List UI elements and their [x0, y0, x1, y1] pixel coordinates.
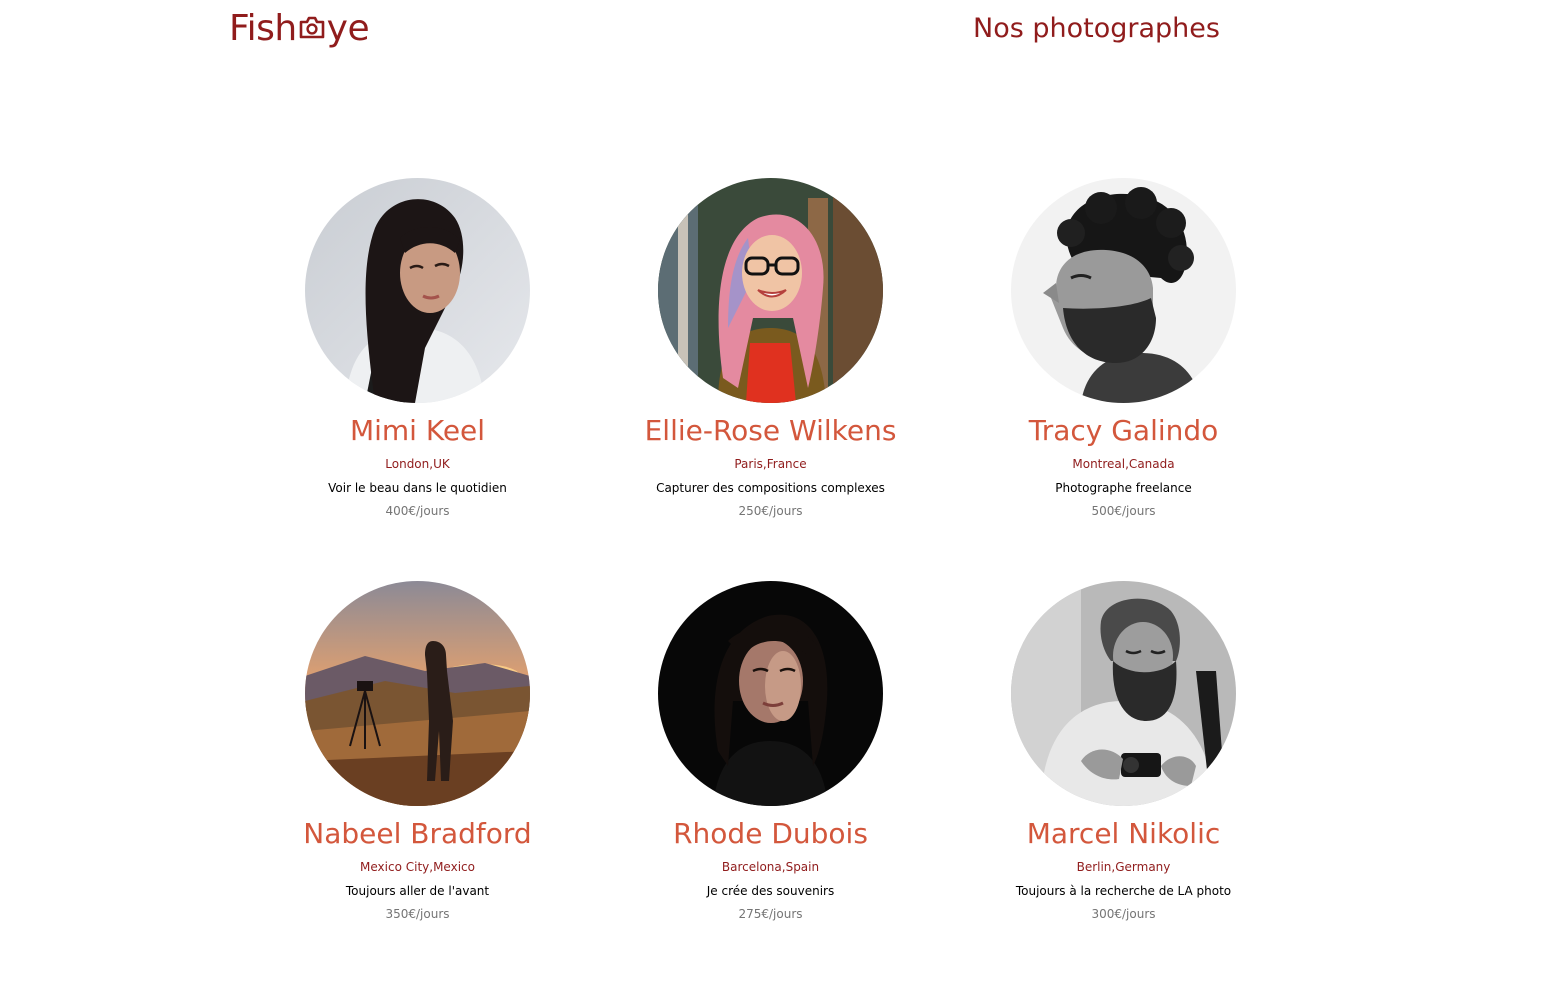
photographer-name[interactable]: Tracy Galindo [1029, 414, 1219, 448]
photographer-portrait-link[interactable] [1011, 581, 1236, 806]
photographer-price: 250€/jours [738, 504, 803, 518]
portrait-bearded-man-curly-hair-bw-icon [1011, 178, 1236, 403]
photographer-card: Nabeel Bradford Mexico City,Mexico Toujo… [241, 581, 594, 922]
photographer-card: Mimi Keel London,UK Voir le beau dans le… [241, 178, 594, 519]
photographer-name[interactable]: Nabeel Bradford [303, 817, 531, 851]
portrait-young-woman-dark-hair-icon [305, 178, 530, 403]
logo-text-left: Fish [229, 7, 297, 49]
photographer-location: Mexico City,Mexico [360, 860, 475, 874]
page: Fish ye Nos photographes Mimi Keel Londo… [0, 0, 1545, 985]
photographers-grid: Mimi Keel London,UK Voir le beau dans le… [241, 178, 1301, 922]
photographer-location: Barcelona,Spain [721, 860, 820, 874]
photographer-name[interactable]: Mimi Keel [350, 414, 485, 448]
photographer-portrait-link[interactable] [658, 581, 883, 806]
photographer-portrait-link[interactable] [305, 178, 530, 403]
photographer-name[interactable]: Ellie-Rose Wilkens [645, 414, 897, 448]
camera-icon [298, 14, 326, 40]
photographer-location: London,UK [385, 457, 450, 471]
photographer-price: 275€/jours [738, 907, 803, 921]
photographer-tagline: Toujours aller de l'avant [345, 884, 490, 898]
photographer-card: Ellie-Rose Wilkens Paris,France Capturer… [594, 178, 947, 519]
photographer-card: Marcel Nikolic Berlin,Germany Toujours à… [947, 581, 1300, 922]
fisheye-logo[interactable]: Fish ye [229, 6, 370, 50]
photographer-card: Tracy Galindo Montreal,Canada Photograph… [947, 178, 1300, 519]
portrait-woman-dark-background-icon [658, 581, 883, 806]
photographer-price: 500€/jours [1091, 504, 1156, 518]
page-title: Nos photographes [973, 13, 1220, 44]
photographer-tagline: Voir le beau dans le quotidien [328, 481, 507, 495]
photographer-location: Montreal,Canada [1072, 457, 1175, 471]
photographer-location: Berlin,Germany [1076, 860, 1171, 874]
logo-text-right: ye [326, 7, 370, 49]
photographer-tagline: Capturer des compositions complexes [656, 481, 885, 495]
photographer-name[interactable]: Rhode Dubois [673, 817, 868, 851]
photographer-price: 300€/jours [1091, 907, 1156, 921]
photographer-tagline: Je crée des souvenirs [706, 884, 835, 898]
photographer-tagline: Toujours à la recherche de LA photo [1015, 884, 1232, 898]
portrait-photographer-sunset-landscape-icon [305, 581, 530, 806]
photographer-name[interactable]: Marcel Nikolic [1027, 817, 1221, 851]
photographer-location: Paris,France [734, 457, 807, 471]
photographer-portrait-link[interactable] [305, 581, 530, 806]
portrait-bearded-man-camera-bw-icon [1011, 581, 1236, 806]
photographer-card: Rhode Dubois Barcelona,Spain Je crée des… [594, 581, 947, 922]
portrait-woman-glasses-pink-hair-icon [658, 178, 883, 403]
photographer-portrait-link[interactable] [1011, 178, 1236, 403]
photographer-price: 400€/jours [385, 504, 450, 518]
photographer-portrait-link[interactable] [658, 178, 883, 403]
photographer-price: 350€/jours [385, 907, 450, 921]
photographer-tagline: Photographe freelance [1055, 481, 1192, 495]
